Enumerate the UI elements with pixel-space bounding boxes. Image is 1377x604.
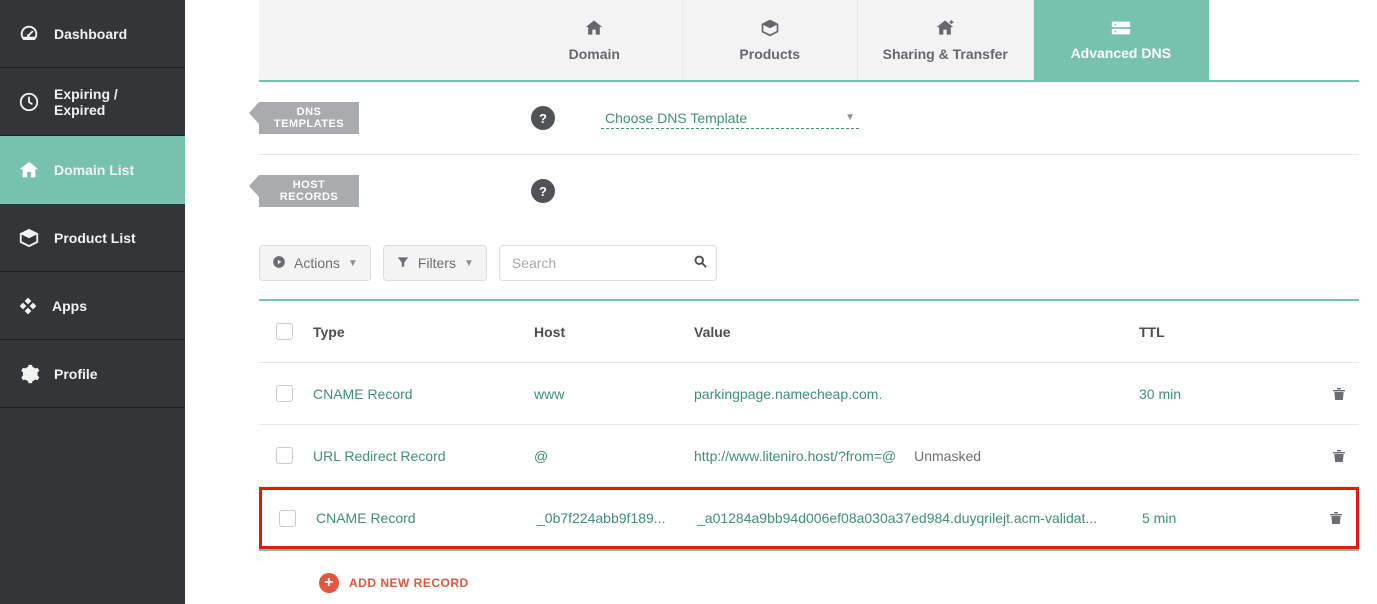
chevron-down-icon: ▼ <box>464 258 474 269</box>
clock-icon <box>18 91 40 113</box>
cell-value: _a01284a9bb94d006ef08a030a37ed984.duyqri… <box>697 510 1142 526</box>
records-toolbar: Actions ▼ Filters ▼ <box>259 227 1359 299</box>
tab-label: Domain <box>569 46 620 62</box>
tab-label: Products <box>739 46 800 62</box>
cell-host: www <box>534 386 694 402</box>
cell-type: URL Redirect Record <box>309 448 534 464</box>
play-icon <box>272 255 286 272</box>
server-icon <box>1110 19 1132 37</box>
tab-spacer <box>259 0 507 80</box>
col-value: Value <box>694 324 1139 340</box>
main-content: Domain Products Sharing & Transfer Advan… <box>185 0 1377 604</box>
cell-type: CNAME Record <box>309 386 534 402</box>
box-icon <box>760 18 780 38</box>
filter-icon <box>396 255 410 272</box>
row-checkbox[interactable] <box>276 447 293 464</box>
sidebar-item-label: Product List <box>54 230 136 246</box>
tab-sharing-transfer[interactable]: Sharing & Transfer <box>858 0 1034 80</box>
dns-template-select[interactable]: Choose DNS Template ▼ <box>601 108 859 129</box>
sidebar-item-label: Profile <box>54 366 98 382</box>
trash-icon[interactable] <box>1331 447 1347 465</box>
col-type: Type <box>309 324 534 340</box>
help-icon[interactable]: ? <box>531 179 555 203</box>
select-all-checkbox[interactable] <box>276 323 293 340</box>
col-ttl: TTL <box>1139 324 1309 340</box>
tab-advanced-dns[interactable]: Advanced DNS <box>1034 0 1210 80</box>
sidebar-item-product-list[interactable]: Product List <box>0 204 185 272</box>
sidebar: Dashboard Expiring / Expired Domain List… <box>0 0 185 604</box>
sidebar-item-apps[interactable]: Apps <box>0 272 185 340</box>
sidebar-item-domain-list[interactable]: Domain List <box>0 136 185 204</box>
sidebar-item-label: Expiring / Expired <box>54 86 167 118</box>
sidebar-item-dashboard[interactable]: Dashboard <box>0 0 185 68</box>
filters-button[interactable]: Filters ▼ <box>383 245 487 281</box>
transfer-icon <box>934 18 956 38</box>
cell-type: CNAME Record <box>312 510 537 526</box>
add-new-record-button[interactable]: + ADD NEW RECORD <box>259 551 1359 604</box>
chevron-down-icon: ▼ <box>845 112 855 123</box>
tab-label: Sharing & Transfer <box>883 46 1008 62</box>
table-row[interactable]: URL Redirect Record @ http://www.litenir… <box>259 425 1359 487</box>
actions-label: Actions <box>294 255 340 271</box>
search-input[interactable] <box>512 255 693 271</box>
gauge-icon <box>18 23 40 45</box>
cell-value: parkingpage.namecheap.com. <box>694 386 1139 402</box>
sidebar-item-expiring[interactable]: Expiring / Expired <box>0 68 185 136</box>
sidebar-item-profile[interactable]: Profile <box>0 340 185 408</box>
template-select-text: Choose DNS Template <box>605 110 747 126</box>
cell-ttl: 30 min <box>1139 386 1309 402</box>
trash-icon[interactable] <box>1331 385 1347 403</box>
search-icon[interactable] <box>693 254 708 272</box>
table-header-row: Type Host Value TTL <box>259 301 1359 363</box>
host-records-row: HOST RECORDS ? <box>259 155 1359 227</box>
tabs: Domain Products Sharing & Transfer Advan… <box>259 0 1359 82</box>
help-icon[interactable]: ? <box>531 106 555 130</box>
cell-host: _0b7f224abb9f189... <box>537 510 697 526</box>
tab-products[interactable]: Products <box>683 0 859 80</box>
plus-icon: + <box>319 573 339 593</box>
row-checkbox[interactable] <box>279 510 296 527</box>
sidebar-item-label: Apps <box>52 298 87 314</box>
cell-host: @ <box>534 448 694 464</box>
box-icon <box>18 227 40 249</box>
sidebar-item-label: Dashboard <box>54 26 127 42</box>
row-checkbox[interactable] <box>276 385 293 402</box>
dns-templates-label: DNS TEMPLATES <box>259 102 359 134</box>
cell-ttl: 5 min <box>1142 510 1312 526</box>
tab-domain[interactable]: Domain <box>507 0 683 80</box>
gear-icon <box>18 363 40 385</box>
grid-icon <box>18 296 38 316</box>
table-row[interactable]: CNAME Record www parkingpage.namecheap.c… <box>259 363 1359 425</box>
filters-label: Filters <box>418 255 456 271</box>
home-icon <box>18 159 40 181</box>
records-table: Type Host Value TTL CNAME Record www par… <box>259 299 1359 551</box>
search-field[interactable] <box>499 245 717 281</box>
table-row-highlighted[interactable]: CNAME Record _0b7f224abb9f189... _a01284… <box>259 487 1359 549</box>
col-host: Host <box>534 324 694 340</box>
chevron-down-icon: ▼ <box>348 258 358 269</box>
dns-templates-row: DNS TEMPLATES ? Choose DNS Template ▼ <box>259 82 1359 155</box>
tab-spacer-right <box>1209 0 1359 80</box>
trash-icon[interactable] <box>1328 509 1344 527</box>
add-record-label: ADD NEW RECORD <box>349 576 469 590</box>
home-icon <box>584 18 604 38</box>
sidebar-item-label: Domain List <box>54 162 134 178</box>
actions-button[interactable]: Actions ▼ <box>259 245 371 281</box>
cell-value: http://www.liteniro.host/?from=@ Unmaske… <box>694 448 1139 464</box>
host-records-label: HOST RECORDS <box>259 175 359 207</box>
tab-label: Advanced DNS <box>1071 45 1171 61</box>
